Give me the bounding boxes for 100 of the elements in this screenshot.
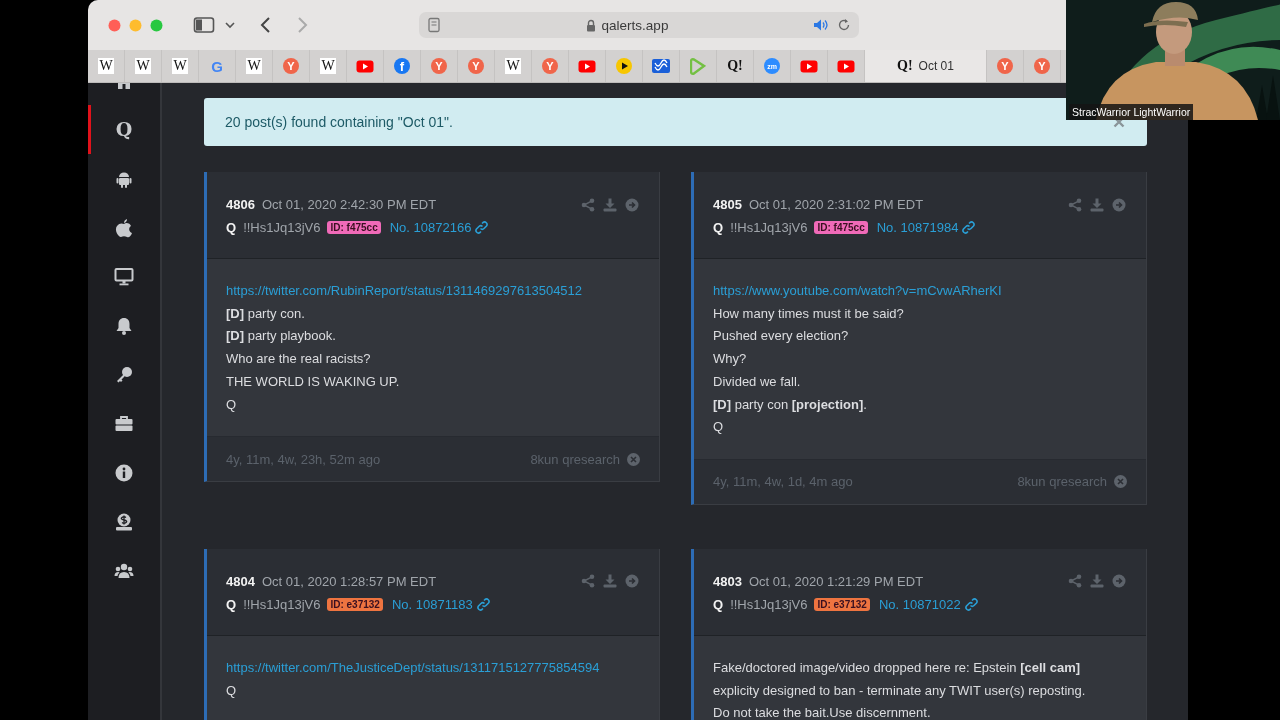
- monitor-icon: [114, 266, 134, 287]
- info-icon: [114, 462, 134, 483]
- browser-tab[interactable]: Y: [532, 50, 569, 82]
- back-icon[interactable]: [259, 15, 273, 35]
- favicon: Y: [997, 58, 1013, 74]
- play-icon: [616, 58, 632, 74]
- forward-icon[interactable]: [295, 15, 309, 35]
- arrow-circle-icon[interactable]: [1112, 197, 1126, 212]
- post-link-url[interactable]: https://twitter.com/RubinReport/status/1311469297613504512: [226, 283, 583, 298]
- play-icon: [690, 57, 706, 75]
- favicon: Y: [542, 58, 558, 74]
- post-author: Q: [713, 220, 724, 235]
- post-date: Oct 01, 2020 2:31:02 PM EDT: [748, 197, 924, 212]
- favicon: Y: [283, 58, 299, 74]
- tripcode: !!Hs1Jq13jV6: [243, 596, 321, 612]
- tab-title: Oct 01: [918, 59, 954, 73]
- post-link[interactable]: No. 10871984: [876, 220, 976, 235]
- participant-name: StracWarrior LightWarrior: [1069, 104, 1194, 120]
- id-badge: ID: e37132: [814, 597, 870, 611]
- browser-tab[interactable]: Y: [987, 50, 1024, 82]
- post-link-url[interactable]: https://www.youtube.com/watch?v=mCvwARherKI: [713, 283, 1002, 298]
- favicon: G: [211, 58, 223, 74]
- post-text-line: THE WORLD IS WAKING UP.: [226, 372, 401, 391]
- browser-tab[interactable]: W: [495, 50, 532, 82]
- tripcode: !!Hs1Jq13jV6: [243, 220, 321, 235]
- browser-tab[interactable]: W: [162, 50, 199, 82]
- favicon: W: [172, 58, 188, 74]
- link-icon: [964, 597, 978, 611]
- post-link[interactable]: No. 10871022: [878, 596, 978, 612]
- browser-tab[interactable]: Q! Oct 01: [865, 50, 987, 82]
- browser-tab[interactable]: W: [125, 50, 162, 82]
- post-text-line: Q: [713, 418, 725, 437]
- browser-tab[interactable]: Q!: [717, 50, 754, 82]
- post-link[interactable]: No. 10872166: [389, 220, 489, 235]
- browser-tab[interactable]: W: [236, 50, 273, 82]
- share-icon[interactable]: [581, 574, 595, 589]
- post-link-url[interactable]: https://twitter.com/TheJusticeDept/status/1311715127775854594: [226, 659, 600, 675]
- favicon: W: [246, 58, 262, 74]
- post-author: Q: [226, 220, 237, 235]
- share-icon[interactable]: [1068, 197, 1082, 212]
- speaker-icon[interactable]: [813, 18, 829, 32]
- browser-tab[interactable]: Y: [458, 50, 495, 82]
- close-circle-icon[interactable]: [1114, 475, 1127, 489]
- post-text-line: Q: [226, 681, 238, 700]
- browser-tab[interactable]: G: [199, 50, 236, 82]
- post-number: 4805: [713, 197, 742, 212]
- apple-icon: [114, 217, 134, 238]
- browser-tab[interactable]: Y: [1024, 50, 1061, 82]
- favicon: Y: [468, 58, 484, 74]
- reload-icon[interactable]: [837, 18, 851, 32]
- play-icon: [356, 59, 374, 73]
- download-icon[interactable]: [1090, 574, 1104, 589]
- browser-tab[interactable]: W: [88, 50, 125, 82]
- dollar-icon: [114, 511, 134, 532]
- close-circle-icon[interactable]: [627, 452, 640, 466]
- post-text-line: Why?: [713, 350, 748, 369]
- favicon: Q!: [727, 59, 743, 73]
- link-icon: [962, 221, 976, 234]
- favicon: W: [135, 58, 151, 74]
- post-text-line: How many times must it be said?: [713, 304, 905, 323]
- sidebar-icon[interactable]: [193, 16, 215, 34]
- post-author: Q: [226, 596, 237, 612]
- post-date: Oct 01, 2020 2:42:30 PM EDT: [261, 197, 437, 212]
- post-text-line: Do not take the bait.Use discernment.: [713, 704, 932, 720]
- arrow-circle-icon[interactable]: [1112, 574, 1126, 589]
- post-number: 4803: [713, 573, 742, 589]
- browser-tab[interactable]: Y: [273, 50, 310, 82]
- post-text-line: [D] party con.: [226, 304, 306, 323]
- window-control-icon: [108, 18, 121, 32]
- address-bar[interactable]: qalerts.app: [419, 12, 859, 38]
- share-icon[interactable]: [1068, 574, 1082, 589]
- share-icon[interactable]: [581, 197, 595, 212]
- sidebar-item[interactable]: Q: [88, 105, 157, 154]
- download-icon[interactable]: [603, 574, 617, 589]
- favicon: Y: [431, 58, 447, 74]
- link-icon: [475, 221, 489, 234]
- favicon: Q!: [897, 59, 913, 73]
- tripcode: !!Hs1Jq13jV6: [730, 596, 808, 612]
- address-text: qalerts.app: [601, 17, 669, 33]
- browser-tab[interactable]: Y: [421, 50, 458, 82]
- post-text-line: Q: [226, 395, 238, 414]
- download-icon[interactable]: [603, 197, 617, 212]
- download-icon[interactable]: [1090, 197, 1104, 212]
- post-link[interactable]: No. 10871183: [391, 596, 490, 612]
- arrow-circle-icon[interactable]: [625, 197, 639, 212]
- bell-icon: [114, 315, 134, 336]
- window-control-icon: [129, 18, 142, 32]
- post-text-line: explicity designed to ban - terminate any TWIT user(s) reposting.: [713, 681, 1087, 700]
- browser-tab[interactable]: W: [310, 50, 347, 82]
- post-text-line: Divided we fall.: [713, 372, 802, 391]
- favicon: W: [505, 58, 521, 74]
- toolbox-icon: [114, 413, 134, 434]
- post-date: Oct 01, 2020 1:21:29 PM EDT: [748, 573, 924, 589]
- arrow-circle-icon[interactable]: [625, 574, 639, 589]
- post-date: Oct 01, 2020 1:28:57 PM EDT: [261, 573, 437, 589]
- browser-tab[interactable]: f: [384, 50, 421, 82]
- post-text-line: Fake/doctored image/video dropped here re: Epstein [cell cam]: [713, 658, 1082, 677]
- id-badge: ID: f475cc: [327, 221, 381, 234]
- post-text-line: Who are the real racists?: [226, 350, 372, 369]
- lock-icon: [585, 18, 596, 32]
